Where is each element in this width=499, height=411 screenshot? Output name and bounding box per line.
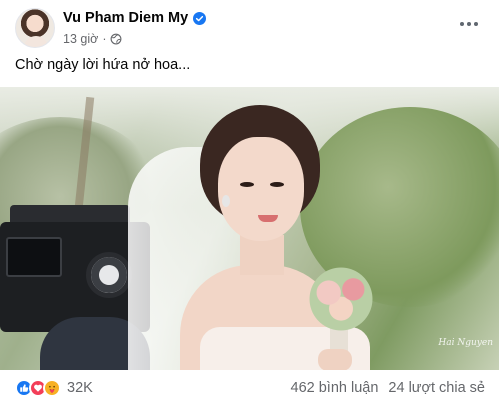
globe-icon[interactable] — [110, 33, 122, 45]
facebook-post: Vu Pham Diem My 13 giờ · Chờ ngày lời hứ… — [0, 0, 499, 411]
reactions-summary[interactable]: 32K — [15, 379, 93, 397]
meta-separator: · — [102, 32, 107, 46]
post-meta: 13 giờ · — [63, 32, 122, 46]
post-photo[interactable]: Hai Nguyen — [0, 87, 499, 370]
post-timestamp[interactable]: 13 giờ — [63, 32, 98, 46]
bride-face — [218, 137, 304, 241]
author-name[interactable]: Vu Pham Diem My — [63, 10, 188, 26]
reaction-count: 32K — [67, 380, 93, 396]
care-icon — [43, 379, 61, 397]
photo-watermark: Hai Nguyen — [438, 338, 493, 348]
more-horizontal-icon — [460, 22, 464, 26]
verified-badge-icon — [193, 11, 207, 25]
more-options-button[interactable] — [455, 12, 483, 36]
comments-count-link[interactable]: 462 bình luận — [291, 380, 379, 396]
post-text: Chờ ngày lời hứa nở hoa... — [15, 57, 191, 73]
post-stats: 462 bình luận 24 lượt chia sẻ — [291, 380, 485, 396]
shares-count-link[interactable]: 24 lượt chia sẻ — [388, 380, 485, 396]
author-row: Vu Pham Diem My — [63, 10, 207, 26]
avatar[interactable] — [15, 8, 55, 48]
flower-bouquet — [300, 267, 382, 331]
